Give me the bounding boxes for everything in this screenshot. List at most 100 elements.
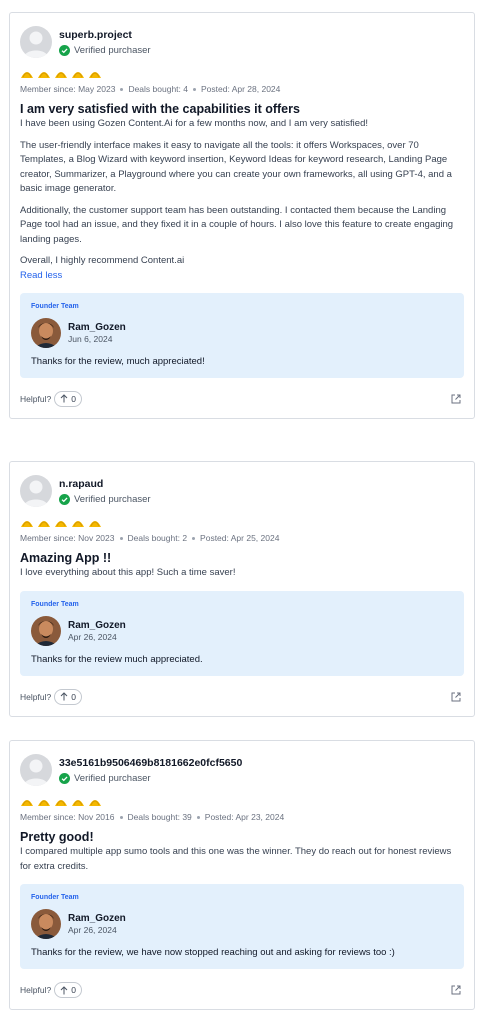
founder-reply-date: Apr 26, 2024 <box>68 925 117 935</box>
separator-dot <box>119 815 123 819</box>
founder-reply: Founder Team Ram_Gozen Apr 26, 2024 Than… <box>20 590 464 676</box>
taco-star-icon <box>72 72 84 78</box>
taco-star-icon <box>89 72 101 78</box>
reviewer-username[interactable]: superb.project <box>59 29 151 42</box>
helpful-count: 0 <box>71 985 76 995</box>
review-body: I compared multiple app sumo tools and t… <box>20 845 464 874</box>
external-link-icon[interactable] <box>450 393 462 405</box>
founder-reply-text: Thanks for the review, we have now stopp… <box>31 947 395 958</box>
arrow-up-icon <box>60 985 68 994</box>
review-title: Amazing App !! <box>20 551 112 565</box>
review-body: I love everything about this app! Such a… <box>20 566 464 581</box>
review-paragraph: I have been using Gozen Content.Ai for a… <box>20 118 368 129</box>
review-paragraph: I compared multiple app sumo tools and t… <box>20 846 452 872</box>
deals-bought: Deals bought: 39 <box>127 812 192 822</box>
founder-reply: Founder Team Ram_Gozen Jun 6, 2024 Thank… <box>20 292 464 378</box>
separator-dot <box>192 536 196 540</box>
taco-star-icon <box>72 800 84 806</box>
founder-avatar[interactable] <box>31 317 61 348</box>
arrow-up-icon <box>60 394 68 403</box>
verified-label: Verified purchaser <box>74 772 151 784</box>
reviewer-stats: Member since: Nov 2016 Deals bought: 39 … <box>20 811 464 823</box>
founder-reply-date: Apr 26, 2024 <box>68 631 117 642</box>
arrow-up-icon <box>60 692 68 701</box>
helpful-section: Helpful? 0 <box>20 688 82 705</box>
taco-star-icon <box>55 72 67 78</box>
review-title: Pretty good! <box>20 830 94 844</box>
helpful-button[interactable]: 0 <box>54 688 82 705</box>
reviewer-username[interactable]: 33e5161b9506469b8181662e0fcf5650 <box>59 757 242 770</box>
verified-badge: Verified purchaser <box>59 493 151 505</box>
review-paragraph: The user-friendly interface makes it eas… <box>20 139 452 195</box>
member-since: Member since: Nov 2023 <box>20 533 115 543</box>
helpful-section: Helpful? 0 <box>20 390 82 407</box>
taco-star-icon <box>89 521 101 527</box>
verified-label: Verified purchaser <box>74 44 151 56</box>
reviewer-stats: Member since: May 2023 Deals bought: 4 P… <box>20 83 464 95</box>
reviewer-row: superb.project Verified purchaser <box>20 25 464 59</box>
avatar[interactable] <box>20 754 52 786</box>
founder-avatar[interactable] <box>31 615 61 646</box>
review-footer: Helpful? 0 <box>20 688 464 706</box>
deals-bought: Deals bought: 2 <box>127 533 188 543</box>
rating-stars <box>20 797 464 807</box>
read-less-link[interactable]: Read less <box>20 269 464 283</box>
helpful-count: 0 <box>71 691 76 702</box>
founder-reply-text: Thanks for the review much appreciated. <box>31 653 203 665</box>
taco-star-icon <box>38 800 50 806</box>
member-since: Member since: Nov 2016 <box>20 812 115 822</box>
check-circle-icon <box>59 493 70 505</box>
posted-date: Posted: Apr 23, 2024 <box>204 812 285 822</box>
external-link-icon[interactable] <box>450 691 462 703</box>
posted-date: Posted: Apr 25, 2024 <box>200 533 280 543</box>
separator-dot <box>119 536 123 540</box>
separator-dot <box>196 815 200 819</box>
taco-star-icon <box>38 521 50 527</box>
rating-stars <box>20 69 464 79</box>
founder-name[interactable]: Ram_Gozen <box>68 620 126 632</box>
review-card: superb.project Verified purchaser Member… <box>9 12 475 419</box>
helpful-label: Helpful? <box>20 393 52 404</box>
helpful-button[interactable]: 0 <box>54 390 82 407</box>
founder-name[interactable]: Ram_Gozen <box>68 322 126 334</box>
check-circle-icon <box>59 772 70 784</box>
founder-team-label: Founder Team <box>31 600 79 608</box>
review-body: I have been using Gozen Content.Ai for a… <box>20 117 464 269</box>
separator-dot <box>192 87 196 91</box>
reviewer-row: 33e5161b9506469b8181662e0fcf5650 Verifie… <box>20 753 464 787</box>
separator-dot <box>120 87 124 91</box>
taco-star-icon <box>55 800 67 806</box>
founder-avatar[interactable] <box>31 909 61 939</box>
helpful-button[interactable]: 0 <box>54 982 82 998</box>
verified-label: Verified purchaser <box>74 493 151 505</box>
helpful-label: Helpful? <box>20 985 52 995</box>
review-title: I am very satisfied with the capabilitie… <box>20 102 300 116</box>
member-since: Member since: May 2023 <box>20 84 116 94</box>
reviewer-username[interactable]: n.rapaud <box>59 478 151 491</box>
verified-badge: Verified purchaser <box>59 44 151 56</box>
review-card: n.rapaud Verified purchaser Member since… <box>9 461 475 717</box>
helpful-count: 0 <box>71 393 76 404</box>
avatar[interactable] <box>20 26 52 58</box>
review-paragraph: Additionally, the customer support team … <box>20 204 454 245</box>
founder-reply: Founder Team Ram_Gozen Apr 26, 2024 Than… <box>20 884 464 969</box>
founder-team-label: Founder Team <box>31 894 79 901</box>
founder-name[interactable]: Ram_Gozen <box>68 913 126 925</box>
helpful-label: Helpful? <box>20 691 52 702</box>
review-paragraph: Overall, I highly recommend Content.ai <box>20 255 185 266</box>
taco-star-icon <box>55 521 67 527</box>
check-circle-icon <box>59 44 70 56</box>
taco-star-icon <box>89 800 101 806</box>
taco-star-icon <box>21 800 33 806</box>
review-footer: Helpful? 0 <box>20 390 464 408</box>
reviewer-row: n.rapaud Verified purchaser <box>20 474 464 508</box>
external-link-icon[interactable] <box>450 984 462 996</box>
founder-team-label: Founder Team <box>31 302 79 310</box>
verified-badge: Verified purchaser <box>59 772 242 784</box>
posted-date: Posted: Apr 28, 2024 <box>200 84 281 94</box>
taco-star-icon <box>21 72 33 78</box>
taco-star-icon <box>21 521 33 527</box>
avatar[interactable] <box>20 475 52 507</box>
taco-star-icon <box>72 521 84 527</box>
deals-bought: Deals bought: 4 <box>128 84 188 94</box>
